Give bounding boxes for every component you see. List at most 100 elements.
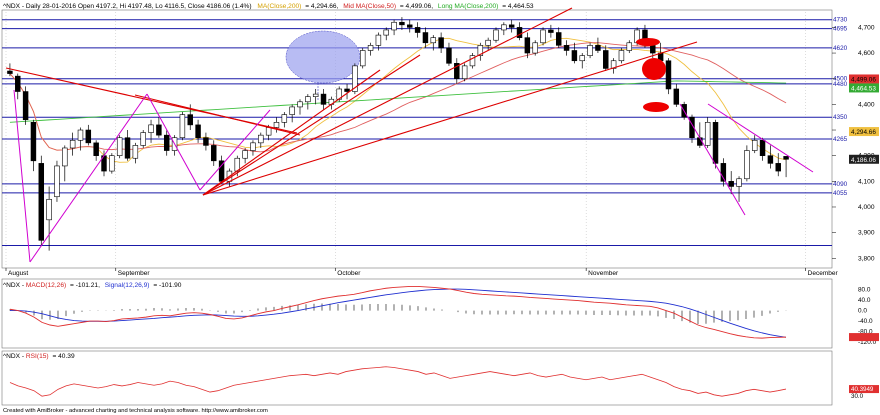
candle-up [148, 124, 154, 133]
candle-up [704, 122, 711, 146]
y-tick-label: 4,000 [858, 204, 875, 211]
ma200-label: MA(Close,200) [257, 3, 301, 10]
value-badge-label: 4,499.06 [851, 76, 876, 83]
candle-down [555, 32, 562, 46]
macd-y-tick: 40.0 [858, 297, 871, 304]
candle-up [281, 114, 288, 123]
y-tick-label: 3,900 [858, 230, 875, 237]
price-header: ^NDX - Daily 28-01-2016 Open 4197.2, Hi … [3, 3, 534, 10]
x-tick-label: November [588, 270, 619, 277]
rsi-prefix: ^NDX - [3, 353, 26, 360]
macd-badge [849, 333, 879, 342]
candle-down [211, 145, 217, 162]
level-label: 4620 [833, 45, 848, 52]
macd-prefix: ^NDX - [3, 282, 26, 289]
rsi-header: ^NDX - RSI(15) = 40.39 [3, 353, 75, 360]
candle-down [438, 37, 444, 49]
candle-up [305, 96, 311, 103]
candle-down [665, 60, 672, 90]
ma50-label: Mid MA(Close,50) [343, 3, 396, 10]
level-label: 4090 [833, 181, 848, 188]
candle-up [265, 127, 272, 136]
level-label: 4350 [833, 114, 848, 121]
candle-down [38, 163, 45, 241]
macd-value: = -101.21, [70, 282, 100, 289]
candle-up [579, 55, 585, 62]
candle-down [595, 45, 601, 51]
candle-down [320, 93, 327, 105]
candle-down [422, 32, 429, 44]
candle-down [767, 155, 774, 164]
candle-up [116, 137, 123, 156]
rsi-value: = 40.39 [52, 353, 75, 360]
candle-down [30, 122, 37, 162]
candle-down [508, 24, 515, 28]
ma200-value: = 4,294.66, [305, 3, 338, 10]
ma50-value: = 4,499.06, [400, 3, 433, 10]
footer-credit: Created with AmiBroker - advanced charti… [3, 408, 268, 414]
candle-up [383, 29, 389, 36]
candle-up [540, 29, 546, 44]
candle-down [195, 124, 201, 139]
candle-up [430, 37, 437, 44]
candle-down [712, 122, 719, 164]
candle-down [156, 124, 162, 136]
rsi-y-tick: 40.3949 [851, 386, 874, 393]
macd-y-tick: -40.0 [858, 318, 873, 325]
macd-y-tick: 0.0 [858, 308, 867, 315]
candle-down [516, 27, 523, 38]
candle-up [289, 106, 295, 115]
candle-up [54, 165, 60, 198]
candle-up [751, 139, 758, 151]
candle-up [109, 155, 115, 172]
rsi-panel-frame [1, 350, 833, 406]
candle-up [62, 147, 68, 167]
y-tick-label: 4,100 [858, 178, 875, 185]
candle-down [163, 134, 170, 151]
macd-label: MACD(12,26) [26, 282, 66, 289]
candle-up [391, 21, 397, 31]
candle-down [407, 24, 413, 28]
value-badge-label: 4,294.66 [851, 129, 876, 136]
candle-up [312, 93, 319, 97]
candle-down [399, 21, 405, 26]
rsi-label: RSI(15) [26, 353, 49, 360]
signal-label: Signal(12,26,9) [105, 282, 150, 289]
level-label: 4730 [833, 17, 848, 24]
candle-up [493, 29, 499, 41]
candle-down [22, 91, 29, 121]
candle-down [775, 163, 781, 172]
title-main: ^NDX - Daily 28-01-2016 Open 4197.2, Hi … [3, 3, 252, 10]
candle-up [587, 45, 593, 56]
long-label: Long MA(Close,200) [438, 3, 498, 10]
candle-up [77, 129, 84, 141]
candle-up [140, 132, 146, 146]
candle-up [367, 45, 374, 51]
candle-up [461, 65, 468, 80]
signal-value: = -101.90 [153, 282, 181, 289]
y-tick-label: 4,700 [858, 24, 875, 31]
x-tick-label: September [118, 270, 151, 277]
red-marker [636, 38, 660, 46]
candle-up [273, 122, 280, 128]
candle-down [15, 75, 21, 92]
candle-down [548, 29, 554, 33]
y-tick-label: 4,600 [858, 50, 875, 57]
candle-up [69, 139, 76, 149]
candle-up [359, 50, 366, 67]
candle-up [501, 24, 507, 31]
value-badge-label: 4,464.53 [851, 85, 876, 92]
level-label: 4695 [833, 26, 848, 33]
rsi-y-tick: 30.0 [851, 393, 864, 400]
amibroker-chart: AugustSeptemberOctoberNovemberDecember20… [1, 3, 879, 414]
macd-panel-frame [1, 278, 833, 349]
candle-down [728, 181, 734, 187]
candle-down [344, 88, 350, 92]
candle-up [736, 178, 742, 187]
level-label: 4480 [833, 81, 848, 88]
long-value: = 4,464.53 [502, 3, 534, 10]
candle-up [297, 101, 303, 108]
candle-down [85, 129, 92, 144]
candle-down [446, 47, 452, 64]
highlight-ellipse [285, 30, 361, 84]
